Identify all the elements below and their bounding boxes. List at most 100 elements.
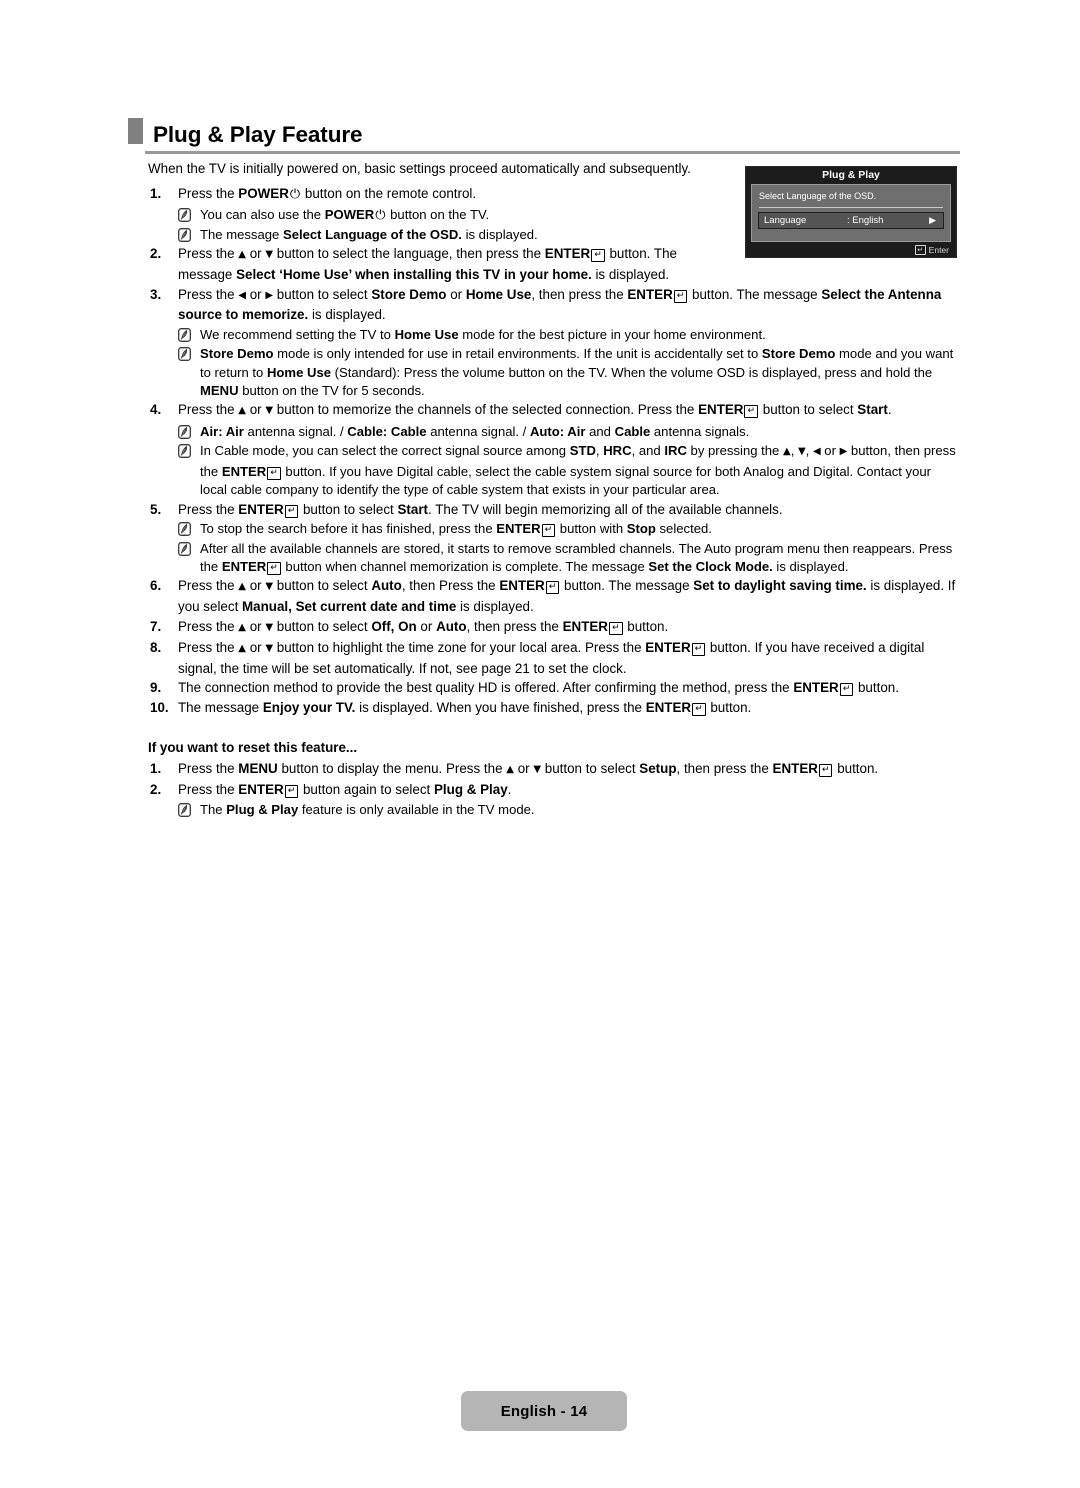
body-text: button to select <box>759 402 858 418</box>
enter-key-icon: ↵ <box>284 785 299 799</box>
document-body: When the TV is initially powered on, bas… <box>148 160 960 820</box>
emphasis-text: MENU <box>200 383 239 398</box>
note-icon-wrap <box>178 520 200 538</box>
body-text: The connection method to provide the bes… <box>178 680 794 696</box>
step-number: 2. <box>150 246 162 262</box>
note-item: You can also use the POWER⏻ button on th… <box>148 206 960 225</box>
step-number: 5. <box>150 501 162 517</box>
instruction-step: 7. Press the ▲ or ▼ button to select Off,… <box>148 618 960 639</box>
emphasis-text: ENTER <box>562 618 608 634</box>
emphasis-text: Start <box>397 501 429 517</box>
emphasis-text: Set the Clock Mode. <box>648 559 773 575</box>
step-text: Press the ENTER ↵ button again to select … <box>178 781 960 800</box>
body-text: . <box>887 402 892 418</box>
right-arrow-icon: ▶ <box>265 289 274 301</box>
note-text: The message Select Language of the OSD. … <box>200 226 960 244</box>
page-footer-label: English - 14 <box>500 1402 588 1420</box>
body-text: You can also use the <box>200 206 325 222</box>
down-arrow-icon: ▼ <box>797 446 806 458</box>
power-icon: ⏻ <box>375 207 386 223</box>
instruction-step: 9. The connection method to provide the b… <box>148 679 960 698</box>
down-arrow-icon: ▼ <box>265 643 274 655</box>
note-pencil-icon <box>178 541 200 556</box>
emphasis-text: Auto: Air <box>529 424 586 439</box>
note-icon-wrap <box>178 442 200 499</box>
step-number: 2. <box>150 782 162 798</box>
up-arrow-icon: ▲ <box>782 446 791 458</box>
enter-key-icon: ↵ <box>541 524 556 538</box>
step-number: 6. <box>150 578 162 594</box>
left-arrow-icon: ◀ <box>238 289 246 301</box>
emphasis-text: ENTER <box>238 782 284 798</box>
body-text: Press the <box>178 782 239 798</box>
body-text: Press the <box>178 501 239 517</box>
body-text: The message <box>178 700 263 715</box>
enter-key-icon: ↵ <box>267 466 281 480</box>
body-text: antenna signal. / <box>426 424 530 439</box>
step-number: 10. <box>150 700 169 715</box>
enter-key-icon: ↵ <box>818 763 833 777</box>
note-icon-wrap <box>178 206 200 225</box>
body-text: button. <box>833 760 879 776</box>
down-arrow-icon: ▼ <box>265 621 274 633</box>
body-text: button. The message <box>560 578 694 594</box>
note-item: In Cable mode, you can select the correc… <box>148 442 960 499</box>
enter-key-icon: ↵ <box>691 643 706 657</box>
body-text: In Cable mode, you can select the correc… <box>200 443 570 459</box>
emphasis-text: Select ‘Home Use’ when installing this T… <box>236 267 592 282</box>
emphasis-text: STD <box>569 443 596 459</box>
note-pencil-icon <box>178 228 200 242</box>
body-text: feature is only available in the TV mode… <box>298 801 535 817</box>
note-text: After all the available channels are sto… <box>200 540 960 577</box>
body-text: The message <box>200 227 283 242</box>
emphasis-text: ENTER <box>238 501 284 517</box>
instruction-step: 1. Press the POWER⏻ button on the remote … <box>148 185 960 205</box>
body-text: or <box>246 286 266 302</box>
up-arrow-icon: ▲ <box>238 581 246 593</box>
note-item: We recommend setting the TV to Home Use … <box>148 326 960 344</box>
body-text: or <box>246 402 266 418</box>
emphasis-text: Home Use <box>266 364 332 380</box>
emphasis-text: Air: Air <box>200 424 244 439</box>
step-text: The connection method to provide the bes… <box>178 679 960 698</box>
up-arrow-icon: ▲ <box>238 249 246 261</box>
page-title-block: Plug & Play Feature <box>128 118 960 154</box>
emphasis-text: Select Language of the OSD. <box>282 227 462 242</box>
body-text: is displayed. <box>456 599 534 615</box>
emphasis-text: Stop <box>626 521 656 537</box>
step-number: 1. <box>150 760 162 776</box>
body-text: , then Press the <box>401 578 500 594</box>
emphasis-text: Home Use <box>465 286 532 302</box>
note-item: The Plug & Play feature is only availabl… <box>148 801 960 819</box>
enter-key-icon: ↵ <box>839 683 854 697</box>
note-icon-wrap <box>178 801 200 819</box>
emphasis-text: ENTER <box>645 640 691 656</box>
left-arrow-icon: ◀ <box>812 446 821 458</box>
body-text: , <box>790 443 798 459</box>
emphasis-text: ENTER <box>499 578 545 594</box>
instruction-step: 4. Press the ▲ or ▼ button to memorize th… <box>148 401 960 422</box>
note-pencil-icon <box>178 522 200 537</box>
emphasis-text: IRC <box>664 443 687 459</box>
emphasis-text: Set to daylight saving time. <box>693 578 867 594</box>
enter-key-icon: ↵ <box>267 562 281 576</box>
body-text: or <box>246 578 266 594</box>
body-text: button. <box>706 700 752 715</box>
body-text: button on the TV. <box>386 206 490 222</box>
instruction-step: 8. Press the ▲ or ▼ button to highlight t… <box>148 639 960 678</box>
body-text: button when channel memorization is comp… <box>281 559 649 575</box>
step-text: Press the ▲ or ▼ button to memorize the … <box>178 401 960 422</box>
note-item: After all the available channels are sto… <box>148 540 960 577</box>
emphasis-text: ENTER <box>698 402 744 418</box>
body-text: is displayed. <box>591 267 670 282</box>
body-text: button to select <box>273 578 372 594</box>
emphasis-text: Setup <box>639 760 677 776</box>
body-text: or <box>246 618 266 634</box>
body-text: button. <box>854 680 899 696</box>
body-text: Press the <box>178 186 239 201</box>
instruction-step: 5. Press the ENTER ↵ button to select Star… <box>148 501 960 520</box>
body-text: button to select <box>541 760 640 776</box>
body-text: is displayed. When you have finished, pr… <box>355 700 646 715</box>
up-arrow-icon: ▲ <box>238 643 246 655</box>
step-text: Press the ▲ or ▼ button to select Auto, … <box>178 577 960 616</box>
